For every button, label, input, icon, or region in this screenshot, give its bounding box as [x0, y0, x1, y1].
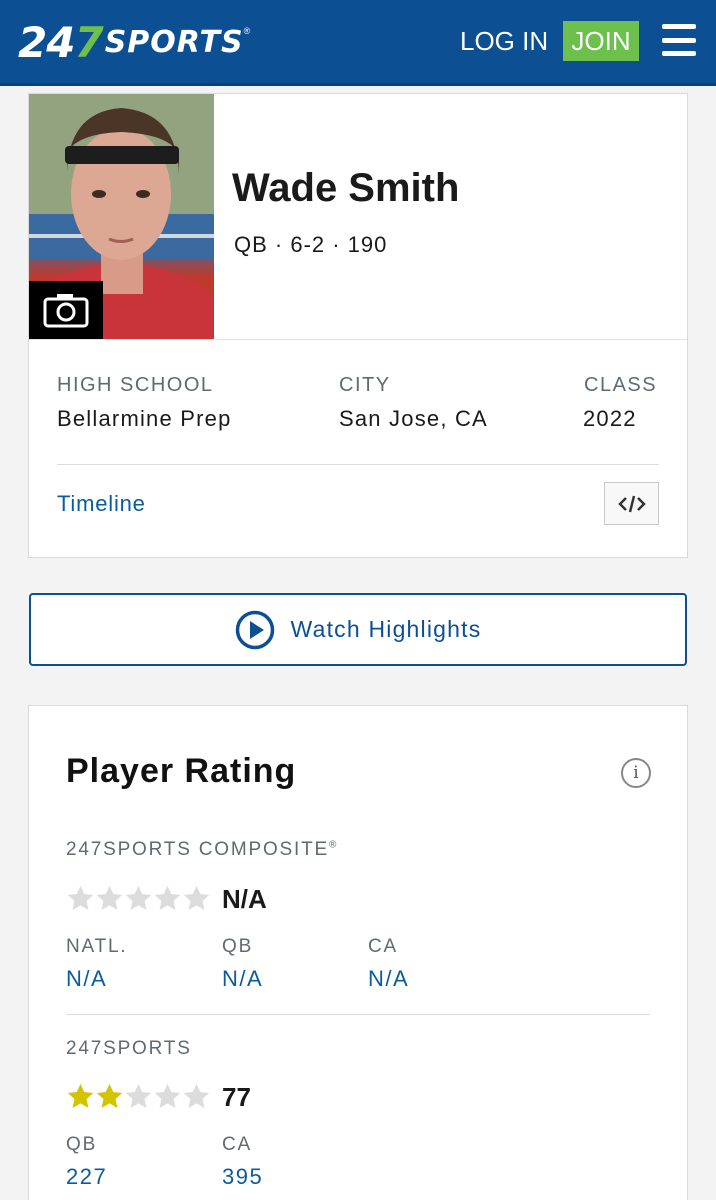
- player-photo[interactable]: [29, 94, 214, 339]
- top-navigation-bar: 247 SPORTS ® LOG IN JOIN: [0, 0, 716, 86]
- composite-natl-rank[interactable]: N/A: [66, 966, 107, 992]
- class-label: CLASS: [584, 374, 658, 396]
- 247sports-state-label: CA: [222, 1134, 252, 1155]
- logo-wordmark: SPORTS: [104, 24, 244, 60]
- login-link[interactable]: LOG IN: [460, 26, 548, 57]
- 247sports-position-rank[interactable]: 227: [66, 1164, 107, 1190]
- logo-registered-mark: ®: [243, 26, 251, 36]
- 247sports-logo[interactable]: 247 SPORTS ®: [18, 18, 251, 67]
- 247sports-state-rank[interactable]: 395: [222, 1164, 263, 1190]
- star-empty-icon: [183, 1083, 210, 1108]
- star-empty-icon: [125, 885, 152, 910]
- 247sports-rating-label: 247SPORTS: [66, 1038, 192, 1059]
- city-value: San Jose, CA: [339, 406, 488, 431]
- 247sports-score: 77: [222, 1082, 251, 1112]
- 247sports-star-rating: [66, 1082, 211, 1111]
- city-label: CITY: [339, 374, 391, 396]
- join-button[interactable]: JOIN: [563, 21, 639, 61]
- code-icon: [617, 495, 646, 512]
- star-filled-icon: [96, 1083, 123, 1108]
- player-profile-card: Wade Smith QB · 6-2 · 190 HIGH SCHOOL Be…: [28, 93, 688, 558]
- logo-number: 247: [18, 17, 104, 67]
- star-filled-icon: [67, 1083, 94, 1108]
- player-rating-title: Player Rating: [66, 752, 297, 790]
- embed-code-button[interactable]: [604, 482, 659, 525]
- composite-score: N/A: [222, 884, 267, 914]
- watch-highlights-button[interactable]: Watch Highlights: [29, 593, 687, 666]
- 247sports-position-label: QB: [66, 1134, 98, 1155]
- player-position-height-weight: QB · 6-2 · 190: [234, 232, 388, 257]
- composite-state-label: CA: [368, 936, 398, 957]
- composite-position-rank[interactable]: N/A: [222, 966, 263, 992]
- star-empty-icon: [154, 885, 181, 910]
- info-icon[interactable]: i: [621, 758, 651, 788]
- composite-star-rating: [66, 884, 211, 913]
- star-empty-icon: [67, 885, 94, 910]
- star-empty-icon: [125, 1083, 152, 1108]
- high-school-value[interactable]: Bellarmine Prep: [57, 406, 232, 432]
- camera-icon[interactable]: [29, 281, 103, 339]
- play-icon: [235, 610, 274, 649]
- composite-state-rank[interactable]: N/A: [368, 966, 409, 992]
- star-empty-icon: [183, 885, 210, 910]
- player-name: Wade Smith: [232, 166, 460, 210]
- composite-natl-label: NATL.: [66, 936, 128, 957]
- timeline-link[interactable]: Timeline: [57, 491, 146, 517]
- divider: [57, 464, 659, 465]
- star-empty-icon: [154, 1083, 181, 1108]
- class-value: 2022: [583, 406, 637, 431]
- composite-label: 247SPORTS COMPOSITE®: [66, 839, 339, 860]
- hamburger-menu-icon[interactable]: [662, 24, 696, 56]
- divider: [66, 1014, 650, 1015]
- high-school-label: HIGH SCHOOL: [57, 374, 214, 396]
- star-empty-icon: [96, 885, 123, 910]
- player-rating-card: Player Rating i 247SPORTS COMPOSITE® N/A…: [28, 705, 688, 1200]
- divider: [29, 339, 687, 340]
- composite-position-label: QB: [222, 936, 254, 957]
- watch-highlights-label: Watch Highlights: [290, 616, 482, 642]
